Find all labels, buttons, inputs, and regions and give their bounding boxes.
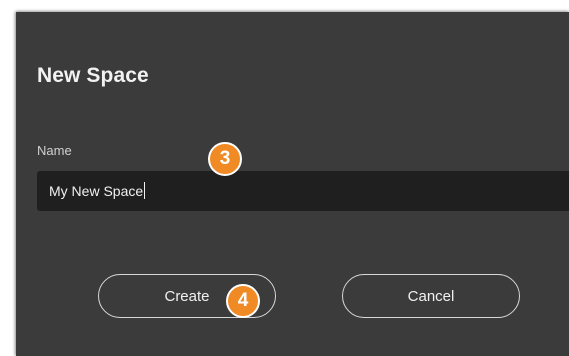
name-input-value: My New Space (49, 182, 146, 199)
cancel-button-label: Cancel (407, 287, 455, 305)
step-badge-4: 4 (226, 284, 260, 318)
text-caret (144, 182, 146, 199)
step-badge-3: 3 (208, 142, 242, 176)
create-button-label: Create (164, 287, 210, 305)
name-input-text: My New Space (49, 183, 144, 199)
cancel-button[interactable]: Cancel (342, 274, 520, 318)
name-input[interactable]: My New Space (37, 171, 569, 211)
dialog-title: New Space (37, 64, 149, 87)
name-field-label: Name (37, 143, 72, 158)
new-space-dialog: New Space Name My New Space Create Cance… (16, 12, 569, 356)
